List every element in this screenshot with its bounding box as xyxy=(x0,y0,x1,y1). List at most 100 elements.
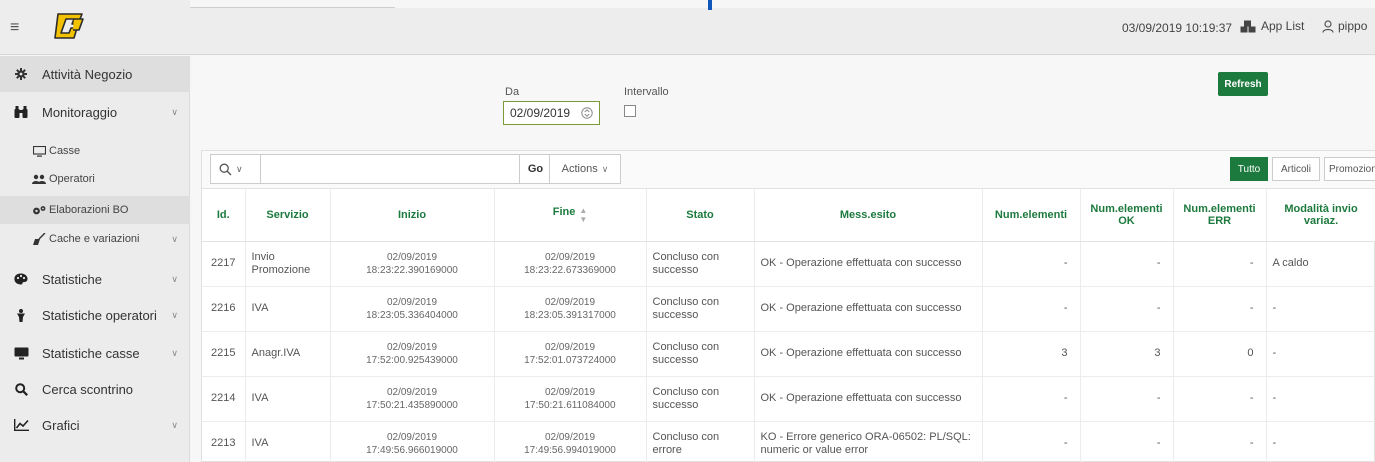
chevron-down-icon[interactable]: ∨ xyxy=(171,234,178,245)
monitor-icon xyxy=(32,145,46,157)
gear-icon xyxy=(13,68,29,80)
intervallo-checkbox[interactable] xyxy=(624,105,636,117)
cell-stato: Concluso con errore xyxy=(646,421,755,462)
gears-icon xyxy=(32,205,46,216)
cell-mess-esito: OK - Operazione effettuata con successo xyxy=(754,376,983,422)
cell-id: 2216 xyxy=(202,286,246,332)
fine-date: 02/09/2019 xyxy=(544,251,596,263)
segment-articoli[interactable]: Articoli xyxy=(1272,157,1320,181)
column-header[interactable]: Stato xyxy=(646,189,755,242)
app-logo[interactable] xyxy=(52,10,88,44)
cell-id: 2214 xyxy=(202,376,246,422)
cell-fine: 02/09/2019 18:23:05.391317000 xyxy=(494,286,647,332)
binoculars-icon xyxy=(13,106,29,118)
column-header[interactable]: Id. xyxy=(202,189,246,242)
cell-num-err: - xyxy=(1173,241,1267,287)
sort-icon[interactable]: ▲ ▼ xyxy=(579,206,587,224)
sidebar-item-label: Statistiche xyxy=(42,271,102,287)
segment-tutto[interactable]: Tutto xyxy=(1230,157,1268,181)
da-date-input[interactable]: 02/09/2019 xyxy=(503,101,600,125)
sidebar-item-casse[interactable]: Casse xyxy=(0,140,190,162)
filter-panel: Da 02/09/2019 Intervallo Refresh xyxy=(191,56,1375,140)
cell-servizio: Invio Promozione xyxy=(245,241,331,287)
refresh-button[interactable]: Refresh xyxy=(1218,72,1268,96)
cell-id: 2217 xyxy=(202,241,246,287)
inizio-time: 17:49:56.966019000 xyxy=(366,444,458,456)
cell-num-ok: 3 xyxy=(1080,331,1174,377)
cubes-icon xyxy=(1240,20,1256,32)
sidebar-item-label: Cache e variazioni xyxy=(49,233,140,245)
column-header[interactable]: Modalità invio variaz. xyxy=(1266,189,1375,242)
menu-icon[interactable]: ≡ xyxy=(10,20,19,36)
column-header[interactable]: Servizio xyxy=(245,189,331,242)
chevron-down-icon: ∨ xyxy=(601,163,609,174)
cell-num-err: - xyxy=(1173,286,1267,332)
sidebar-item-statistiche-operatori[interactable]: Statistiche operatori ∨ xyxy=(0,298,190,332)
cell-mess-esito: OK - Operazione effettuata con successo xyxy=(754,241,983,287)
sidebar-item-label: Grafici xyxy=(42,417,80,433)
cell-servizio: Anagr.IVA xyxy=(245,331,331,377)
inizio-date: 02/09/2019 xyxy=(386,296,438,308)
fine-time: 17:50:21.611084000 xyxy=(524,399,616,411)
sidebar-item-statistiche[interactable]: Statistiche ∨ xyxy=(0,262,190,296)
broom-icon xyxy=(32,233,46,245)
column-header[interactable]: Mess.esito xyxy=(754,189,983,242)
cell-num-elementi: - xyxy=(982,376,1081,422)
cell-servizio: IVA xyxy=(245,286,331,332)
cell-servizio: IVA xyxy=(245,421,331,462)
cell-num-elementi: 3 xyxy=(982,331,1081,377)
chevron-down-icon[interactable]: ∨ xyxy=(171,310,178,321)
sidebar-item-label: Statistiche operatori xyxy=(42,307,157,323)
chevron-down-icon[interactable]: ∨ xyxy=(171,348,178,359)
table-row[interactable]: 2215 Anagr.IVA 02/09/2019 17:52:00.92543900… xyxy=(202,331,1375,377)
actions-button[interactable]: Actions ∨ xyxy=(549,154,621,184)
column-header[interactable]: Inizio xyxy=(330,189,495,242)
sidebar-item-attivita-negozio[interactable]: Attività Negozio xyxy=(0,56,190,92)
results-table: Id. Servizio Inizio Fine ▲ ▼ Stato Mess.es… xyxy=(202,189,1375,462)
fine-time: 17:52:01.073724000 xyxy=(524,354,616,366)
table-row[interactable]: 2217 Invio Promozione 02/09/2019 18:23:22.3… xyxy=(202,241,1375,287)
fine-time: 17:49:56.994019000 xyxy=(524,444,616,456)
table-row[interactable]: 2214 IVA 02/09/2019 17:50:21.435890000 02/09… xyxy=(202,376,1375,422)
page-indicator xyxy=(708,0,712,10)
cell-stato: Concluso con successo xyxy=(646,331,755,377)
cell-mess-esito: OK - Operazione effettuata con successo xyxy=(754,331,983,377)
user-menu[interactable]: pippo xyxy=(1322,19,1367,33)
cell-num-elementi: - xyxy=(982,241,1081,287)
person-icon xyxy=(13,308,29,322)
spinner-icon[interactable] xyxy=(581,105,593,121)
sidebar-item-cerca-scontrino[interactable]: Cerca scontrino xyxy=(0,372,190,406)
chevron-down-icon[interactable]: ∨ xyxy=(171,420,178,431)
segment-promozioni[interactable]: Promozioni xyxy=(1324,157,1375,181)
sidebar-item-grafici[interactable]: Grafici ∨ xyxy=(0,408,190,442)
column-header-fine[interactable]: Fine ▲ ▼ xyxy=(494,189,647,242)
top-bar: ≡ 03/09/2019 10:19:37 App List pippo xyxy=(0,0,1375,55)
search-bar: ∨ Go xyxy=(210,154,550,184)
app-list-link[interactable]: App List xyxy=(1240,19,1304,33)
chevron-down-icon[interactable]: ∨ xyxy=(171,274,178,285)
table-row[interactable]: 2216 IVA 02/09/2019 18:23:05.336404000 02/09… xyxy=(202,286,1375,332)
cell-num-err: 0 xyxy=(1173,331,1267,377)
results-grid: ∨ Go Actions ∨ Tutto Articoli Promozioni… xyxy=(201,150,1375,462)
sidebar-item-monitoraggio[interactable]: Monitoraggio ∨ xyxy=(0,94,190,130)
cell-fine: 02/09/2019 17:49:56.994019000 xyxy=(494,421,647,462)
go-button[interactable]: Go xyxy=(519,155,551,183)
table-row[interactable]: 2213 IVA 02/09/2019 17:49:56.966019000 02/09… xyxy=(202,421,1375,462)
column-header[interactable]: Num.elementi xyxy=(982,189,1081,242)
inizio-time: 17:52:00.925439000 xyxy=(366,354,458,366)
line-chart-icon xyxy=(13,419,29,431)
chevron-down-icon[interactable]: ∨ xyxy=(171,107,178,118)
fine-date: 02/09/2019 xyxy=(544,341,596,353)
column-header-label: Fine xyxy=(552,205,576,218)
column-header[interactable]: Num.elementi OK xyxy=(1080,189,1174,242)
sidebar-item-statistiche-casse[interactable]: Statistiche casse ∨ xyxy=(0,336,190,370)
fine-date: 02/09/2019 xyxy=(544,431,596,443)
table-header-row: Id. Servizio Inizio Fine ▲ ▼ Stato Mess.es… xyxy=(202,189,1375,242)
search-column-select[interactable]: ∨ xyxy=(211,155,261,183)
sidebar-item-cache-variazioni[interactable]: Cache e variazioni ∨ xyxy=(0,228,190,250)
sidebar-item-operatori[interactable]: Operatori xyxy=(0,168,190,190)
search-input[interactable] xyxy=(263,157,513,181)
cell-num-err: - xyxy=(1173,421,1267,462)
column-header[interactable]: Num.elementi ERR xyxy=(1173,189,1267,242)
sidebar-item-elaborazioni-bo[interactable]: Elaborazioni BO xyxy=(0,196,190,224)
